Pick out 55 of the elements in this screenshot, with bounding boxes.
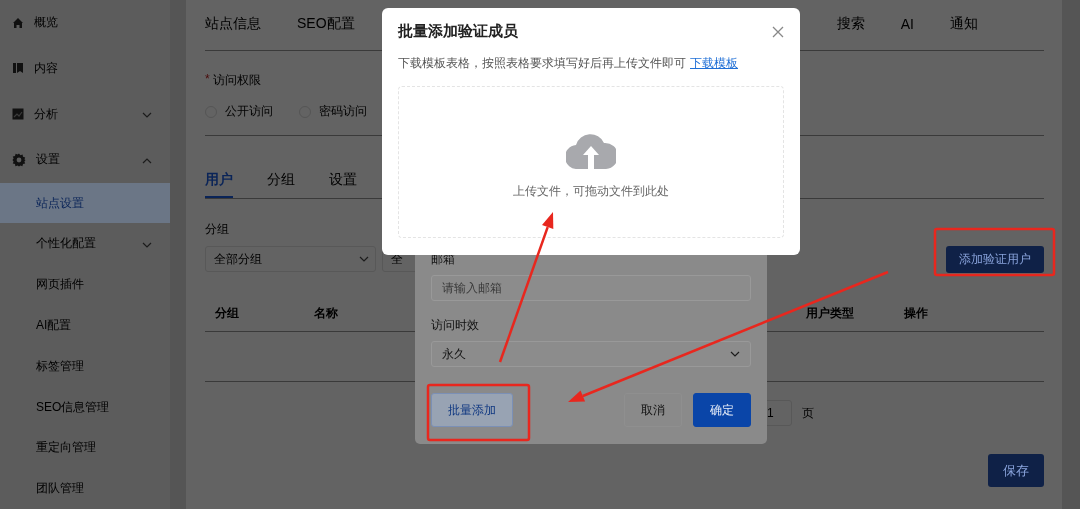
sidebar-item[interactable]: 站点设置	[0, 182, 170, 224]
sidebar-item[interactable]: 网页插件	[0, 264, 170, 305]
upload-area[interactable]: 上传文件，可拖动文件到此处	[398, 86, 784, 238]
chevron-down-icon	[359, 256, 369, 262]
chevron-down-icon	[730, 351, 740, 357]
cancel-button[interactable]: 取消	[624, 393, 682, 427]
field-label: 访问时效	[431, 317, 480, 334]
sidebar-item[interactable]: 标签管理	[0, 345, 170, 387]
save-button[interactable]: 保存	[988, 454, 1044, 487]
sidebar-item[interactable]: 团队管理	[0, 468, 170, 509]
tab[interactable]: 搜索	[836, 15, 865, 35]
select-field[interactable]: 全部分组	[205, 246, 376, 272]
tab[interactable]: 用户	[205, 171, 233, 198]
gear-icon	[12, 152, 26, 167]
field-label: 分组	[205, 221, 230, 238]
field-label: 访问权限	[212, 72, 261, 89]
tab[interactable]: 分组	[267, 171, 295, 198]
chart-icon	[12, 108, 24, 121]
sidebar-item[interactable]: 个性化配置	[0, 223, 170, 265]
sidebar-item[interactable]: 分析	[0, 91, 170, 137]
sidebar-item[interactable]: SEO信息管理	[0, 386, 170, 428]
column-header: 分组	[215, 305, 240, 322]
sidebar-item[interactable]: 内容	[0, 45, 170, 92]
tab[interactable]: 站点信息	[205, 15, 261, 35]
dialog-description: 下载模板表格，按照表格要求填写好后再上传文件即可 下载模板	[398, 55, 739, 72]
column-header: 用户类型	[806, 305, 855, 322]
tab[interactable]: AI	[900, 16, 914, 34]
email-field[interactable]: 请输入邮箱	[431, 275, 751, 301]
sidebar-item[interactable]: 设置	[0, 136, 170, 183]
chevron-up-icon	[142, 157, 152, 164]
chevron-down-icon	[142, 241, 152, 248]
required-mark: *	[205, 72, 210, 88]
cloud-upload-icon	[566, 132, 616, 169]
tab[interactable]: 设置	[329, 171, 357, 198]
radio-option[interactable]: 公开访问	[205, 103, 273, 120]
select-field[interactable]: 永久	[431, 341, 751, 367]
download-link[interactable]: 下载模板	[690, 56, 738, 70]
confirm-button[interactable]: 确定	[693, 393, 751, 427]
upload-hint: 上传文件，可拖动文件到此处	[513, 182, 669, 200]
tab[interactable]: 通知	[950, 15, 978, 35]
close-icon[interactable]	[772, 25, 784, 38]
batch-add-button[interactable]: 批量添加	[431, 393, 513, 427]
dialog-title: 批量添加验证成员	[398, 22, 518, 41]
tab[interactable]: SEO配置	[297, 15, 355, 35]
column-header: 名称	[314, 305, 339, 322]
page-label: 页	[802, 404, 814, 422]
sidebar-item[interactable]: AI配置	[0, 305, 170, 346]
book-icon	[12, 62, 24, 75]
home-icon	[12, 16, 24, 29]
chevron-down-icon	[142, 112, 152, 119]
add-user-button[interactable]: 添加验证用户	[946, 246, 1044, 273]
sidebar-item[interactable]: 重定向管理	[0, 427, 170, 469]
sidebar-item[interactable]: 概览	[0, 0, 170, 46]
radio-option[interactable]: 密码访问	[299, 103, 367, 120]
column-header: 操作	[904, 305, 929, 322]
